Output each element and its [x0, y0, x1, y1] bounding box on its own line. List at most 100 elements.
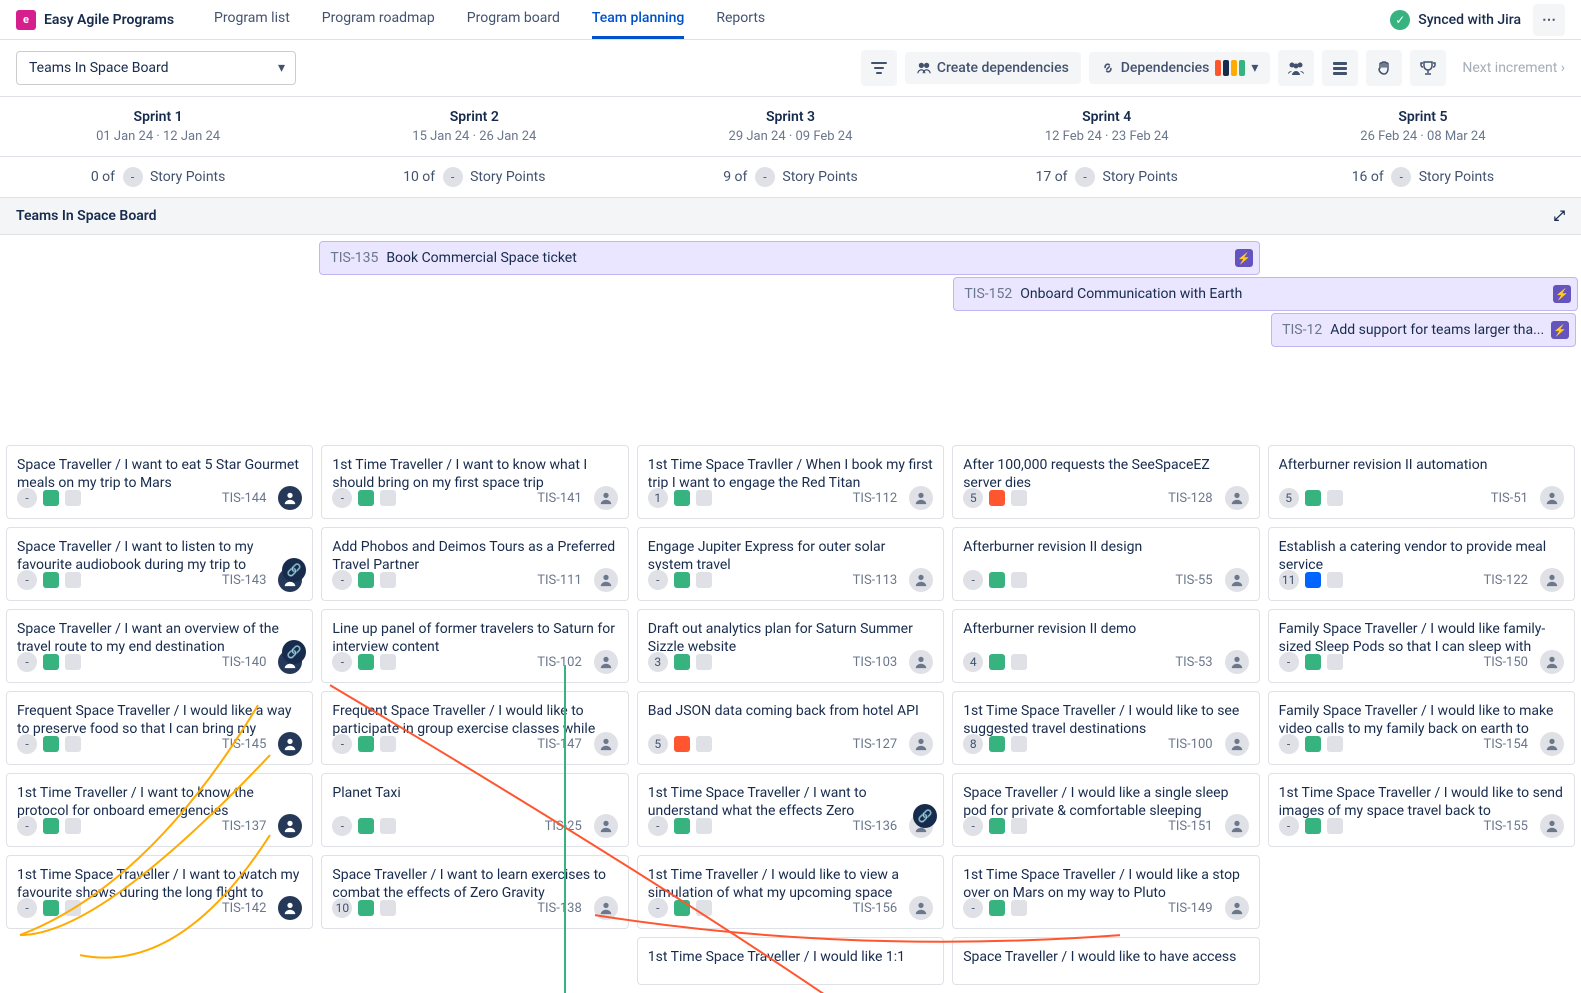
epic-bar[interactable]: TIS-152Onboard Communication with Earth⚡ [953, 277, 1577, 311]
sprint-points-cell: 0 of - Story Points [0, 157, 316, 197]
link-badge-icon[interactable]: 🔗 [282, 640, 306, 664]
issue-card[interactable]: Afterburner revision II design-TIS-55 [952, 527, 1259, 601]
issue-card[interactable]: Bad JSON data coming back from hotel API… [637, 691, 944, 765]
issue-card[interactable]: Family Space Traveller / I would like fa… [1268, 609, 1575, 683]
priority-icon [696, 572, 712, 588]
trophy-button[interactable] [1410, 50, 1446, 86]
issue-key: TIS-150 [1483, 655, 1528, 670]
sprint-column-header: Sprint 215 Jan 24 · 26 Jan 24 [316, 97, 632, 156]
create-deps-label: Create dependencies [937, 60, 1069, 76]
issue-card[interactable]: 1st Time Traveller / I want to know the … [6, 773, 313, 847]
collapse-icon[interactable]: ⤢ [1554, 208, 1565, 224]
nav-tab-reports[interactable]: Reports [716, 0, 765, 39]
nav-tab-team-planning[interactable]: Team planning [592, 0, 684, 39]
issue-title: Bad JSON data coming back from hotel API [648, 702, 933, 720]
issue-card[interactable]: Space Traveller / I want to eat 5 Star G… [6, 445, 313, 519]
issue-key: TIS-140 [222, 655, 267, 670]
issue-card[interactable]: Space Traveller / I would like to have a… [952, 937, 1259, 985]
dependencies-label: Dependencies [1121, 60, 1210, 76]
story-points-badge: - [17, 898, 37, 918]
next-increment-link[interactable]: Next increment › [1462, 60, 1565, 76]
issue-type-icon [1305, 654, 1321, 670]
link-badge-icon[interactable]: 🔗 [913, 804, 937, 828]
issue-card[interactable]: Establish a catering vendor to provide m… [1268, 527, 1575, 601]
issue-card[interactable]: Line up panel of former travelers to Sat… [321, 609, 628, 683]
issue-key: TIS-145 [222, 737, 267, 752]
brand-logo-icon: e [16, 10, 36, 30]
team-view-button[interactable] [1278, 50, 1314, 86]
nav-tab-program-list[interactable]: Program list [214, 0, 290, 39]
hand-tool-button[interactable] [1366, 50, 1402, 86]
link-badge-icon[interactable]: 🔗 [282, 558, 306, 582]
issue-card[interactable]: Afterburner revision II automation5TIS-5… [1268, 445, 1575, 519]
issue-type-icon [43, 900, 59, 916]
issue-card[interactable]: Space Traveller / I want to listen to my… [6, 527, 313, 601]
issue-card[interactable]: 1st Time Space Traveller / I would like … [637, 937, 944, 985]
assignee-avatar [1540, 568, 1564, 592]
issue-card[interactable]: Frequent Space Traveller / I would like … [321, 691, 628, 765]
issue-title: Afterburner revision II design [963, 538, 1248, 556]
issue-card[interactable]: Space Traveller / I want to learn exerci… [321, 855, 628, 929]
nav-tab-program-roadmap[interactable]: Program roadmap [322, 0, 435, 39]
filter-icon [871, 60, 887, 76]
priority-icon [380, 818, 396, 834]
filter-button[interactable] [861, 50, 897, 86]
sprint-name: Sprint 5 [1273, 109, 1573, 125]
epic-bar[interactable]: TIS-135Book Commercial Space ticket⚡ [319, 241, 1260, 275]
issue-type-icon [358, 736, 374, 752]
issue-card[interactable]: Afterburner revision II demo4TIS-53 [952, 609, 1259, 683]
sprint-points-cell: 10 of - Story Points [316, 157, 632, 197]
issue-card[interactable]: Frequent Space Traveller / I would like … [6, 691, 313, 765]
issue-card[interactable]: Engage Jupiter Express for outer solar s… [637, 527, 944, 601]
issue-card[interactable]: 1st Time Space Travller / When I book my… [637, 445, 944, 519]
sprint-column-header: Sprint 412 Feb 24 · 23 Feb 24 [949, 97, 1265, 156]
nav-tab-program-board[interactable]: Program board [467, 0, 560, 39]
issue-title: Afterburner revision II automation [1279, 456, 1564, 474]
issue-card[interactable]: 1st Time Traveller / I want to know what… [321, 445, 628, 519]
list-icon [1332, 60, 1348, 76]
issue-card[interactable]: 1st Time Traveller / I would like to vie… [637, 855, 944, 929]
brand-title: Easy Agile Programs [44, 12, 174, 28]
dependencies-dropdown[interactable]: Dependencies ▾ [1089, 52, 1271, 84]
issue-card[interactable]: Planet Taxi-TIS-25 [321, 773, 628, 847]
story-points-row: 0 of - Story Points10 of - Story Points9… [0, 156, 1581, 198]
points-badge: - [1075, 167, 1095, 187]
priority-icon [65, 572, 81, 588]
sprint-points-cell: 9 of - Story Points [632, 157, 948, 197]
people-group-icon [1287, 60, 1305, 76]
list-view-button[interactable] [1322, 50, 1358, 86]
issue-type-icon [1305, 490, 1321, 506]
story-points-badge: - [963, 570, 983, 590]
issue-card[interactable]: 1st Time Space Traveller / I want to und… [637, 773, 944, 847]
issue-card[interactable]: Space Traveller / I want an overview of … [6, 609, 313, 683]
priority-icon [1327, 572, 1343, 588]
issue-type-icon [1305, 572, 1321, 588]
issue-card[interactable]: Draft out analytics plan for Saturn Summ… [637, 609, 944, 683]
issue-card[interactable]: Add Phobos and Deimos Tours as a Preferr… [321, 527, 628, 601]
dependency-chip [1223, 60, 1229, 76]
priority-icon [696, 818, 712, 834]
issue-card[interactable]: 1st Time Space Traveller / I want to wat… [6, 855, 313, 929]
issue-card[interactable]: Family Space Traveller / I would like to… [1268, 691, 1575, 765]
issue-key: TIS-149 [1168, 901, 1213, 916]
board-selector[interactable]: Teams In Space Board [16, 51, 296, 85]
issue-card[interactable]: 1st Time Space Traveller / I would like … [952, 855, 1259, 929]
issue-card[interactable]: 1st Time Space Traveller / I would like … [952, 691, 1259, 765]
more-menu-button[interactable]: ⋯ [1533, 4, 1565, 36]
story-points-badge: - [17, 816, 37, 836]
board-title: Teams In Space Board [16, 208, 157, 224]
priority-icon [1011, 900, 1027, 916]
assignee-avatar [1225, 732, 1249, 756]
story-points-badge: - [332, 652, 352, 672]
issue-card[interactable]: 1st Time Space Traveller / I would like … [1268, 773, 1575, 847]
create-dependencies-button[interactable]: Create dependencies [905, 52, 1081, 84]
issue-card[interactable]: Space Traveller / I would like a single … [952, 773, 1259, 847]
priority-icon [65, 654, 81, 670]
epic-title: Onboard Communication with Earth [1020, 286, 1242, 302]
assignee-avatar [1540, 814, 1564, 838]
issue-type-icon [358, 572, 374, 588]
issue-title: Planet Taxi [332, 784, 617, 802]
issue-type-icon [674, 572, 690, 588]
issue-card[interactable]: After 100,000 requests the SeeSpaceEZ se… [952, 445, 1259, 519]
issue-type-icon [989, 490, 1005, 506]
